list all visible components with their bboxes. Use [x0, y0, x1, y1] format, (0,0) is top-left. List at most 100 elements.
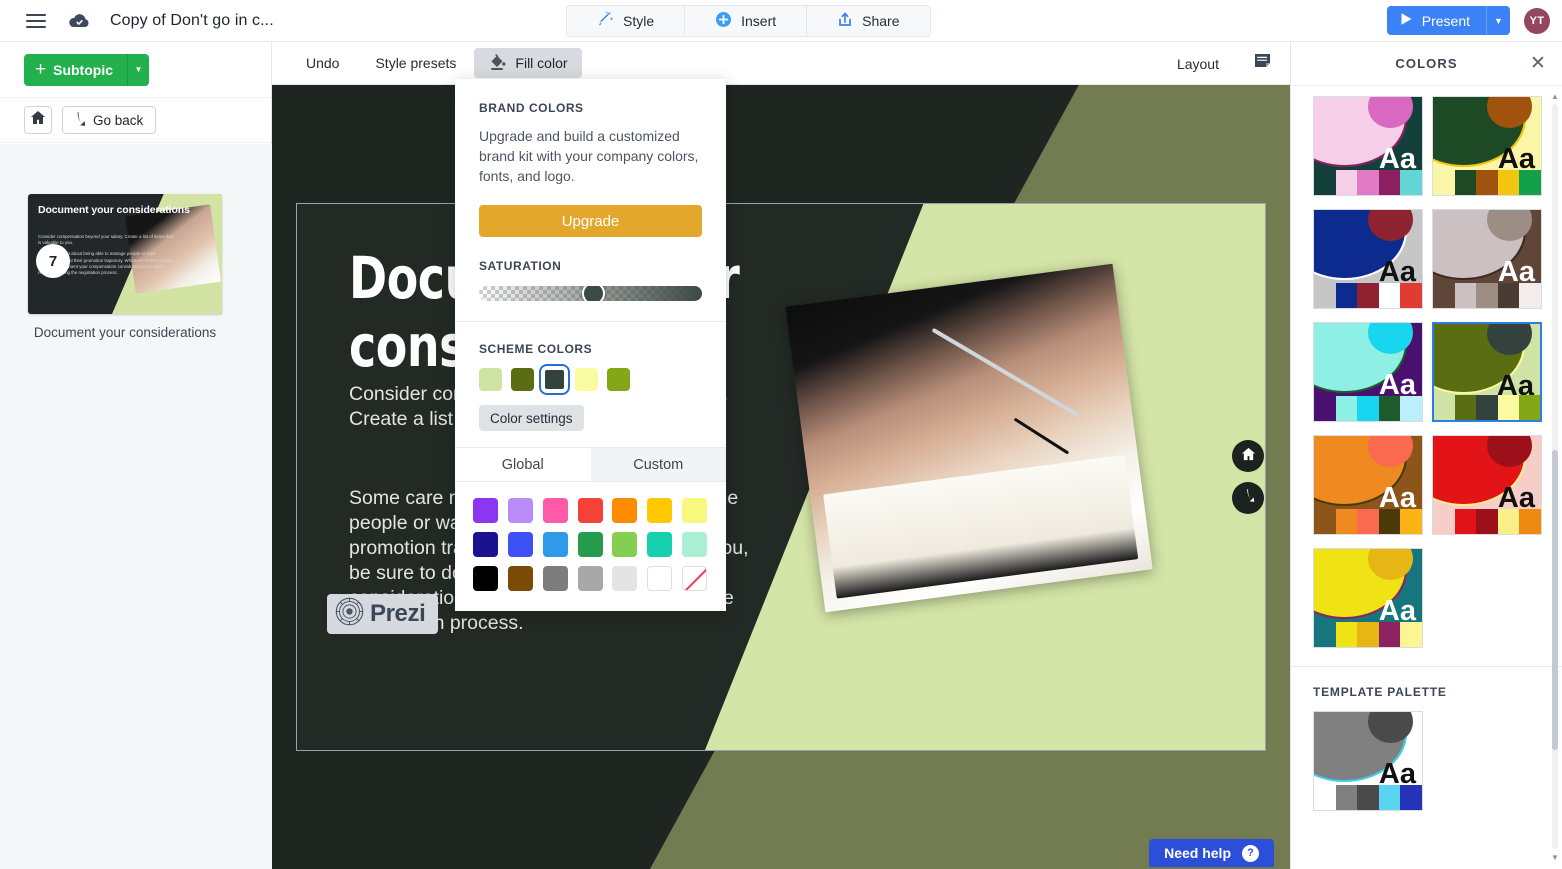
palette-swatch-16[interactable]	[542, 566, 568, 591]
speaker-notes-icon[interactable]	[1253, 52, 1272, 75]
document-title[interactable]: Copy of Don't go in c...	[110, 12, 274, 30]
palette-color-strip	[1433, 509, 1541, 534]
palette-swatch-5[interactable]	[647, 498, 673, 523]
chevron-down-icon[interactable]: ▼	[1550, 851, 1560, 863]
undo-button[interactable]: Undo	[288, 49, 357, 77]
saturation-slider-handle[interactable]	[582, 286, 605, 301]
palette-strip-color-4	[1400, 170, 1422, 195]
palette-strip-color-4	[1400, 283, 1422, 308]
scheme-swatch-4[interactable]	[607, 368, 630, 391]
present-dropdown-caret[interactable]: ▼	[1486, 6, 1510, 35]
colors-panel-scrollbar[interactable]: ▲ ▼	[1550, 90, 1560, 863]
palette-item-1[interactable]: Aa	[1432, 96, 1542, 196]
brand-colors-description: Upgrade and build a customized brand kit…	[479, 128, 699, 184]
palette-color-strip	[1314, 622, 1422, 647]
tab-global[interactable]: Global	[455, 448, 591, 481]
palette-item-3[interactable]: Aa	[1432, 209, 1542, 309]
palette-item-0[interactable]: Aa	[1313, 96, 1423, 196]
add-subtopic-button[interactable]: + Subtopic	[24, 59, 127, 81]
palette-swatch-17[interactable]	[577, 566, 603, 591]
back-arrow-icon	[1242, 488, 1255, 508]
present-button[interactable]: Present	[1386, 6, 1486, 35]
need-help-button[interactable]: Need help ?	[1149, 839, 1274, 867]
brand-colors-section: BRAND COLORS Upgrade and build a customi…	[455, 79, 726, 237]
hamburger-menu-icon[interactable]	[26, 13, 46, 28]
palette-item-6[interactable]: Aa	[1313, 435, 1423, 535]
slide-canvas[interactable]: Document your considerations Consider co…	[272, 85, 1290, 869]
palette-swatch-1[interactable]	[507, 498, 533, 523]
slide-photo-handwriting[interactable]	[785, 263, 1153, 613]
palette-swatch-7[interactable]	[473, 532, 498, 557]
palette-swatch-13[interactable]	[682, 532, 708, 557]
home-button[interactable]	[24, 106, 52, 134]
chevron-up-icon[interactable]: ▲	[1550, 90, 1560, 102]
palette-color-strip	[1314, 509, 1422, 534]
palette-item-4[interactable]: Aa	[1313, 322, 1423, 422]
scheme-swatch-3[interactable]	[575, 368, 598, 391]
popover-tabs: Global Custom	[455, 448, 726, 482]
fill-color-button[interactable]: Fill color	[474, 48, 582, 78]
palette-item-2[interactable]: Aa	[1313, 209, 1423, 309]
palette-swatch-9[interactable]	[542, 532, 568, 557]
scheme-swatch-1[interactable]	[511, 368, 534, 391]
palette-aa-sample: Aa	[1378, 595, 1416, 624]
palette-strip-color-0	[1314, 622, 1336, 647]
prezi-logo-badge[interactable]: Prezi	[327, 594, 439, 634]
palette-preview: Aa	[1314, 323, 1422, 397]
cloud-saved-icon[interactable]	[68, 13, 90, 29]
palette-item-7[interactable]: Aa	[1432, 435, 1542, 535]
layout-button[interactable]: Layout	[1159, 50, 1237, 78]
palette-strip-color-3	[1378, 170, 1401, 195]
palette-color-strip	[1314, 283, 1422, 308]
style-presets-button[interactable]: Style presets	[357, 49, 474, 77]
palette-strip-color-3	[1497, 170, 1520, 195]
palette-strip-color-0	[1314, 396, 1336, 421]
palette-swatch-18[interactable]	[612, 566, 638, 591]
canvas-home-button[interactable]	[1232, 440, 1264, 472]
palette-strip-color-3	[1378, 622, 1401, 647]
palette-swatch-2[interactable]	[542, 498, 568, 523]
palette-swatch-14[interactable]	[473, 566, 498, 591]
upgrade-button[interactable]: Upgrade	[479, 205, 702, 237]
color-settings-button[interactable]: Color settings	[479, 405, 584, 431]
palette-strip-color-1	[1454, 509, 1477, 534]
scheme-swatch-2[interactable]	[539, 364, 570, 395]
canvas-back-button[interactable]	[1232, 482, 1264, 514]
scheme-swatch-0[interactable]	[479, 368, 502, 391]
palette-swatch-3[interactable]	[577, 498, 603, 523]
palette-swatch-20[interactable]	[682, 566, 708, 591]
tab-custom[interactable]: Custom	[590, 448, 726, 481]
present-button-group: Present ▼	[1386, 6, 1510, 35]
close-icon[interactable]: ✕	[1528, 54, 1548, 74]
palette-swatch-11[interactable]	[612, 532, 638, 557]
palette-strip-color-3	[1497, 283, 1520, 308]
palette-swatch-4[interactable]	[612, 498, 638, 523]
palette-swatch-8[interactable]	[507, 532, 533, 557]
palette-aa-sample: Aa	[1497, 143, 1535, 172]
palette-swatch-6[interactable]	[682, 498, 708, 523]
subtopic-dropdown-caret[interactable]: ▼	[127, 53, 149, 86]
selected-slide-frame[interactable]: Document your considerations Consider co…	[296, 203, 1266, 751]
palette-strip-color-2	[1357, 785, 1379, 810]
palette-preview: Aa	[1314, 97, 1422, 171]
thumbnail-number-badge: 7	[36, 244, 70, 278]
scrollbar-thumb[interactable]	[1552, 450, 1558, 750]
user-avatar[interactable]: YT	[1524, 8, 1550, 34]
palette-swatch-19[interactable]	[647, 566, 673, 591]
palette-preview: Aa	[1314, 712, 1422, 786]
go-back-label: Go back	[93, 112, 144, 128]
palette-item-8[interactable]: Aa	[1313, 548, 1423, 648]
palette-swatch-15[interactable]	[507, 566, 533, 591]
palette-swatch-0[interactable]	[473, 498, 498, 523]
palette-swatch-10[interactable]	[577, 532, 603, 557]
list-item[interactable]: Document your considerations Consider co…	[28, 194, 222, 340]
palette-item-5[interactable]: Aa	[1432, 322, 1542, 422]
share-button[interactable]: Share	[807, 6, 930, 36]
palette-swatch-12[interactable]	[647, 532, 673, 557]
insert-button[interactable]: Insert	[685, 6, 808, 36]
saturation-slider[interactable]	[479, 286, 702, 301]
template-palette-item-grey-cyan[interactable]: Aa	[1313, 711, 1423, 811]
insert-button-label: Insert	[741, 13, 777, 29]
style-button[interactable]: Style	[567, 6, 686, 36]
go-back-button[interactable]: Go back	[62, 106, 157, 134]
